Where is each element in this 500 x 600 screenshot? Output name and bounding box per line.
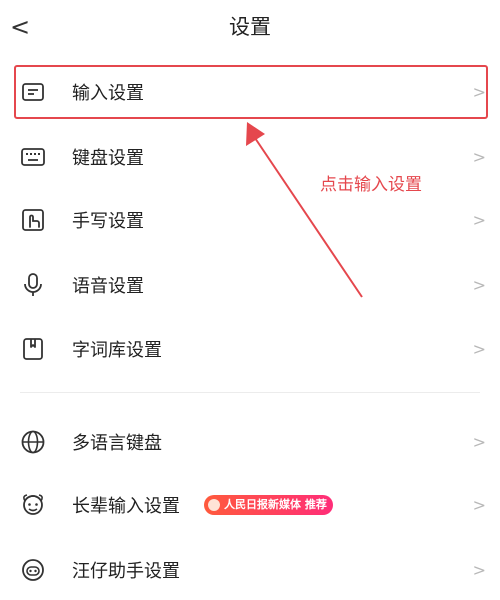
- settings-item-label: 字词库设置: [72, 340, 162, 361]
- settings-item-label: 多语言键盘: [72, 433, 162, 454]
- chevron-right-icon: >: [472, 210, 486, 230]
- input-settings-icon: [20, 79, 46, 105]
- settings-item-label: 输入设置: [72, 83, 144, 104]
- microphone-icon: [20, 272, 46, 298]
- settings-item-input[interactable]: 输入设置 >: [0, 62, 500, 122]
- chevron-right-icon: >: [472, 339, 486, 359]
- globe-icon: [20, 429, 46, 455]
- settings-item-label: 手写设置: [72, 211, 144, 232]
- chevron-right-icon: >: [472, 82, 486, 102]
- settings-item-label: 键盘设置: [72, 148, 144, 169]
- assistant-icon: [20, 557, 46, 583]
- keyboard-icon: [20, 144, 46, 170]
- badge-logo-icon: [208, 499, 220, 511]
- settings-item-voice[interactable]: 语音设置 >: [0, 255, 500, 315]
- dictionary-icon: [20, 336, 46, 362]
- settings-item-assistant[interactable]: 汪仔助手设置 >: [0, 540, 500, 600]
- chevron-right-icon: >: [472, 560, 486, 580]
- recommend-badge: 人民日报新媒体 推荐: [204, 495, 333, 515]
- settings-item-handwriting[interactable]: 手写设置 >: [0, 190, 500, 250]
- settings-item-elder[interactable]: 长辈输入设置 人民日报新媒体 推荐 >: [0, 475, 500, 535]
- settings-item-label: 语音设置: [72, 276, 144, 297]
- header-bar: < 设置: [0, 0, 500, 56]
- chevron-right-icon: >: [472, 275, 486, 295]
- settings-item-dictionary[interactable]: 字词库设置 >: [0, 319, 500, 379]
- chevron-right-icon: >: [472, 432, 486, 452]
- section-divider: [20, 392, 480, 393]
- settings-item-label: 长辈输入设置: [72, 496, 180, 517]
- handwriting-icon: [20, 207, 46, 233]
- settings-item-multilanguage[interactable]: 多语言键盘 >: [0, 412, 500, 472]
- badge-text: 人民日报新媒体 推荐: [224, 498, 327, 511]
- annotation-text: 点击输入设置: [320, 175, 422, 195]
- chevron-right-icon: >: [472, 495, 486, 515]
- page-title: 设置: [229, 15, 271, 39]
- settings-item-label: 汪仔助手设置: [72, 561, 180, 582]
- settings-item-keyboard[interactable]: 键盘设置 >: [0, 127, 500, 187]
- chevron-right-icon: >: [472, 147, 486, 167]
- elder-face-icon: [20, 492, 46, 518]
